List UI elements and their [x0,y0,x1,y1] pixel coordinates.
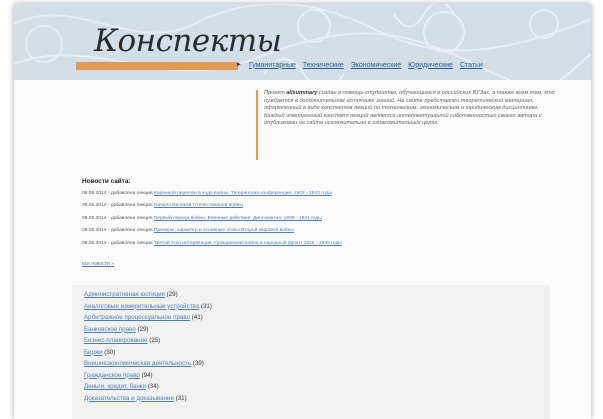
news-link[interactable]: Начало Великой Отечественной войны [154,203,243,208]
category-item: Банковское право (29) [84,326,212,338]
category-link[interactable]: Деньги, кредит, банки [84,383,146,390]
site-header: Конспекты ► Гуманитарные Технические Эко… [14,4,591,80]
categories-list: Административная юстиция (29) Аналоговые… [84,291,212,406]
category-item: Биржи (30) [84,349,212,361]
nav-arrow-icon: ► [236,62,242,68]
news-list: 06.06.2014 - добавлена лекция Коренной п… [82,191,342,253]
nav-economic[interactable]: Экономические [351,62,401,69]
nav-articles[interactable]: Статьи [460,62,483,69]
news-item: 06.06.2014 - добавлена лекция Начало Вел… [82,203,342,215]
category-link[interactable]: Доказательства и доказывание [84,395,174,402]
main-nav: ► Гуманитарные Технические Экономические… [236,59,483,71]
news-link[interactable]: Коренной перелом в ходе войны. Тегеранск… [154,191,332,196]
category-link[interactable]: Арбитражное процессуальное право [84,314,190,321]
news-link[interactable]: Третий этап интервенции. Гражданская вой… [154,241,342,246]
news-title: Новости сайта: [82,178,131,185]
news-link[interactable]: Причины, характер и основные этапы Второ… [154,228,294,233]
news-item: 06.06.2014 - добавлена лекция Причины, х… [82,228,342,240]
category-link[interactable]: Банковское право [84,326,136,333]
category-count: (39) [192,360,204,367]
news-item: 06.06.2014 - добавлена лекция Третий эта… [82,241,342,253]
category-link[interactable]: Административная юстиция [84,291,165,298]
all-news-link[interactable]: все новости » [82,261,114,267]
category-link[interactable]: Гражданское право [84,372,140,379]
intro-text: Проект allsummary создан в помощь студен… [256,90,560,160]
site-logo[interactable]: Конспекты [94,23,282,59]
category-item: Гражданское право (94) [84,372,212,384]
category-item: Бизнес-планирование (25) [84,337,212,349]
news-date: 06.06.2014 - добавлена лекция [82,203,153,209]
logo-underline [76,62,238,70]
intro-before: Проект [264,90,287,96]
news-date: 06.06.2014 - добавлена лекция [82,215,153,221]
category-count: (41) [191,314,203,321]
intro-brand: allsummary [286,90,318,96]
category-count: (94) [141,371,153,379]
category-count: (29) [166,291,178,298]
page: Конспекты ► Гуманитарные Технические Эко… [14,4,591,419]
category-item: Внешнеэкономическая деятельность (39) [84,360,212,372]
nav-legal[interactable]: Юридические [408,62,453,69]
category-item: Арбитражное процессуальное право (41) [84,314,212,326]
category-link[interactable]: Внешнеэкономическая деятельность [84,360,191,367]
category-count: (31) [175,394,187,402]
news-link[interactable]: Первый период войны. Военные действия. Д… [154,216,322,221]
categories-panel: Административная юстиция (29) Аналоговые… [72,285,550,419]
category-count: (29) [137,325,149,333]
news-date: 06.06.2014 - добавлена лекция [82,240,153,246]
category-item: Деньги, кредит, банки (34) [84,383,212,395]
nav-humanities[interactable]: Гуманитарные [249,62,296,69]
category-item: Административная юстиция (29) [84,291,212,303]
news-item: 06.06.2014 - добавлена лекция Первый пер… [82,216,342,228]
category-link[interactable]: Аналоговые измерительные устройства [84,303,199,310]
category-count: (30) [104,348,116,356]
category-count: (34) [147,383,159,390]
category-link[interactable]: Бизнес-планирование [84,337,148,344]
category-count: (31) [200,302,212,310]
nav-technical[interactable]: Технические [303,62,344,69]
category-count: (25) [149,337,161,344]
category-item: Аналоговые измерительные устройства (31) [84,303,212,315]
news-date: 06.06.2014 - добавлена лекция [82,228,153,234]
news-date: 06.06.2014 - добавлена лекция [82,191,153,196]
category-item: Доказательства и доказывание (31) [84,395,212,407]
category-link[interactable]: Биржи [84,349,103,356]
news-item: 06.06.2014 - добавлена лекция Коренной п… [82,191,342,203]
